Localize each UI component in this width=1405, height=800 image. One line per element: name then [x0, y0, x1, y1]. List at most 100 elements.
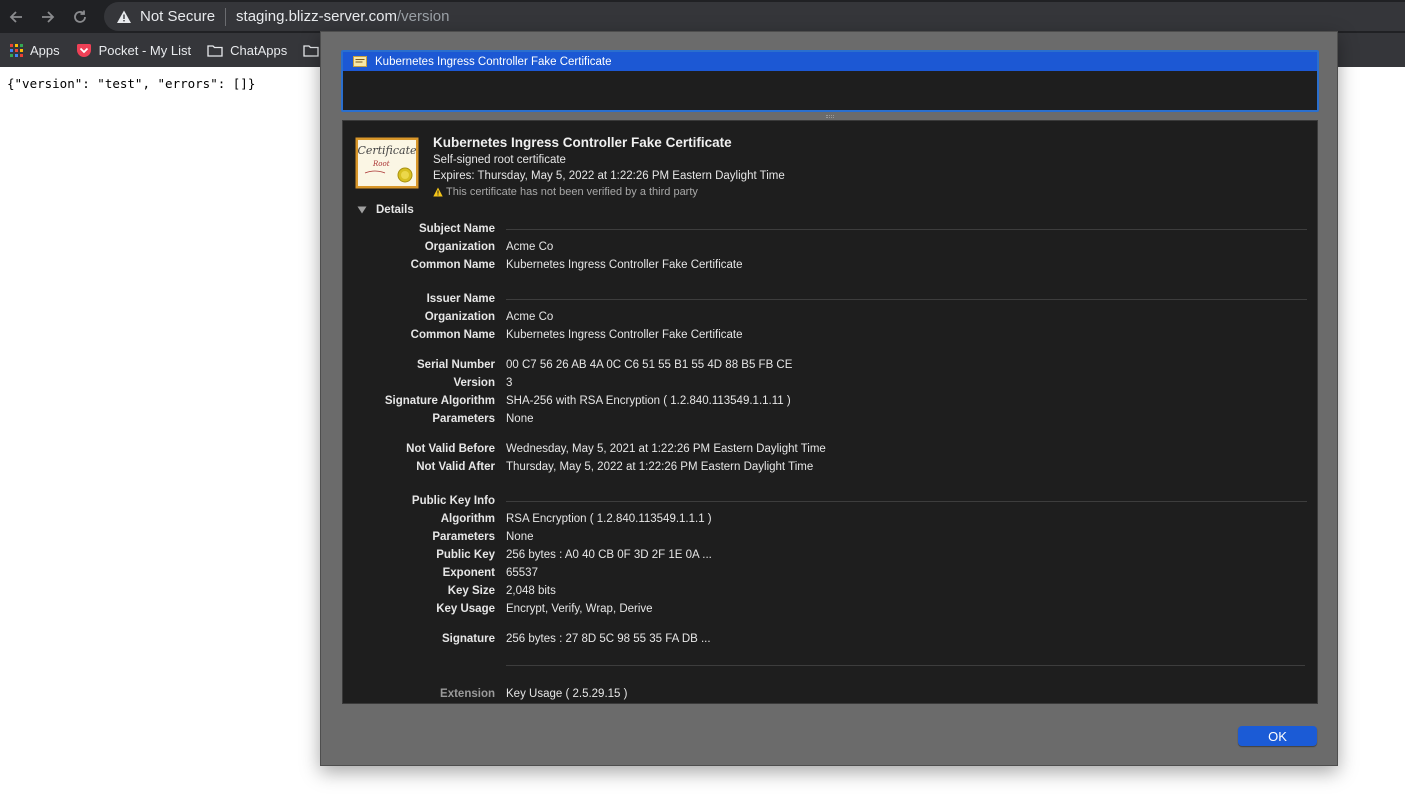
not-valid-before-row: Not Valid Before Wednesday, May 5, 2021 … [343, 440, 1317, 458]
section-divider [506, 228, 1307, 230]
pk-algorithm-row: Algorithm RSA Encryption ( 1.2.840.11354… [343, 510, 1317, 528]
issuer-name-header: Issuer Name [343, 290, 1317, 308]
address-bar[interactable]: Not Secure staging.blizz-server.com/vers… [104, 2, 1405, 31]
field-label: Public Key Info [411, 495, 495, 507]
issuer-organization-row: Organization Acme Co [343, 308, 1317, 326]
apps-grid-icon [10, 43, 23, 57]
pk-key-usage-row: Key Usage Encrypt, Verify, Wrap, Derive [343, 600, 1317, 618]
details-disclosure[interactable]: Details [357, 204, 414, 216]
certificate-list-item[interactable]: Kubernetes Ingress Controller Fake Certi… [343, 52, 1317, 71]
not-valid-after-row: Not Valid After Thursday, May 5, 2022 at… [343, 458, 1317, 476]
bookmark-pocket[interactable]: Pocket - My List [76, 43, 191, 58]
field-label: Algorithm [440, 513, 495, 525]
trust-warning: This certificate has not been verified b… [433, 186, 698, 198]
field-value: 00 C7 56 26 AB 4A 0C C6 51 55 B1 55 4D 8… [506, 359, 793, 371]
json-response: {"version": "test", "errors": []} [7, 76, 256, 91]
trust-warning-text: This certificate has not been verified b… [446, 186, 698, 198]
ok-button[interactable]: OK [1238, 726, 1317, 746]
certificate-title: Kubernetes Ingress Controller Fake Certi… [433, 135, 732, 150]
field-label: Key Size [447, 585, 495, 597]
pocket-icon [76, 43, 92, 58]
field-value: Wednesday, May 5, 2021 at 1:22:26 PM Eas… [506, 443, 826, 455]
field-value: Key Usage ( 2.5.29.15 ) [506, 688, 628, 700]
field-label: Organization [424, 241, 495, 253]
public-key-info-header: Public Key Info [343, 492, 1317, 510]
field-value: 3 [506, 377, 513, 389]
field-label: Key Usage [436, 603, 495, 615]
section-divider [506, 298, 1307, 300]
svg-text:Certificate: Certificate [357, 144, 417, 157]
certificate-icon: Certificate Root [355, 137, 419, 189]
field-value: 2,048 bits [506, 585, 556, 597]
field-label: Subject Name [418, 223, 495, 235]
reload-icon[interactable] [64, 0, 96, 33]
section-divider [506, 500, 1307, 502]
url-path: /version [396, 8, 450, 25]
field-value: Thursday, May 5, 2022 at 1:22:26 PM East… [506, 461, 814, 473]
subject-organization-row: Organization Acme Co [343, 238, 1317, 256]
certificate-subtitle: Self-signed root certificate [433, 154, 566, 166]
field-value: Acme Co [506, 311, 554, 323]
bookmark-label: Apps [30, 42, 60, 58]
bookmark-apps[interactable]: Apps [10, 43, 60, 58]
field-value: Encrypt, Verify, Wrap, Derive [506, 603, 653, 615]
pk-key-size-row: Key Size 2,048 bits [343, 582, 1317, 600]
version-row: Version 3 [343, 374, 1317, 392]
details-label: Details [376, 204, 414, 216]
disclosure-triangle-icon [357, 206, 367, 214]
field-label: Not Valid After [416, 461, 495, 473]
subject-common-name-row: Common Name Kubernetes Ingress Controlle… [343, 256, 1317, 274]
field-label: Common Name [410, 259, 495, 271]
field-value: Kubernetes Ingress Controller Fake Certi… [506, 329, 743, 341]
field-label: Issuer Name [426, 293, 495, 305]
signature-row: Signature 256 bytes : 27 8D 5C 98 55 35 … [343, 630, 1317, 648]
svg-text:Root: Root [372, 160, 390, 168]
certificate-mini-icon [353, 56, 367, 67]
certificate-dialog: Kubernetes Ingress Controller Fake Certi… [320, 31, 1338, 766]
certificate-details-pane[interactable]: Certificate Root Kubernetes Ingress Cont… [342, 120, 1318, 704]
field-value: Acme Co [506, 241, 554, 253]
serial-number-row: Serial Number 00 C7 56 26 AB 4A 0C C6 51… [343, 356, 1317, 374]
extension-row: Extension Key Usage ( 2.5.29.15 ) [343, 685, 1317, 703]
field-label: Public Key [436, 549, 495, 561]
field-label: Parameters [432, 413, 495, 425]
field-value: RSA Encryption ( 1.2.840.113549.1.1.1 ) [506, 513, 712, 525]
certificate-expiry: Expires: Thursday, May 5, 2022 at 1:22:2… [433, 170, 785, 182]
pk-public-key-row: Public Key 256 bytes : A0 40 CB 0F 3D 2F… [343, 546, 1317, 564]
bookmark-folder-chatapps[interactable]: ChatApps [207, 43, 287, 58]
field-label: Not Valid Before [406, 443, 495, 455]
warning-icon[interactable] [116, 9, 132, 25]
folder-icon [303, 44, 319, 57]
bookmark-label: ChatApps [230, 42, 288, 58]
field-label: Version [453, 377, 495, 389]
field-label: Parameters [432, 531, 495, 543]
field-label: Signature [441, 633, 495, 645]
field-label: Serial Number [417, 359, 495, 371]
field-label: Organization [424, 311, 495, 323]
issuer-common-name-row: Common Name Kubernetes Ingress Controlle… [343, 326, 1317, 344]
certificate-list[interactable]: Kubernetes Ingress Controller Fake Certi… [341, 50, 1319, 112]
field-label: Exponent [442, 567, 495, 579]
field-value: 256 bytes : A0 40 CB 0F 3D 2F 1E 0A ... [506, 549, 712, 561]
field-value: SHA-256 with RSA Encryption ( 1.2.840.11… [506, 395, 791, 407]
url-host: staging.blizz-server.com [236, 8, 397, 25]
pk-parameters-row: Parameters None [343, 528, 1317, 546]
certificate-list-label: Kubernetes Ingress Controller Fake Certi… [375, 55, 612, 68]
folder-icon [207, 44, 223, 57]
field-label: Common Name [410, 329, 495, 341]
back-icon[interactable] [0, 0, 32, 33]
parameters-row: Parameters None [343, 410, 1317, 428]
field-value: Kubernetes Ingress Controller Fake Certi… [506, 259, 743, 271]
forward-icon[interactable] [32, 0, 64, 33]
subject-name-header: Subject Name [343, 220, 1317, 238]
splitter-handle[interactable] [826, 115, 834, 118]
field-value: None [506, 413, 534, 425]
browser-toolbar: Not Secure staging.blizz-server.com/vers… [0, 0, 1405, 33]
security-label[interactable]: Not Secure [140, 8, 215, 25]
field-label: Extension [440, 688, 495, 700]
signature-algorithm-row: Signature Algorithm SHA-256 with RSA Enc… [343, 392, 1317, 410]
field-value: None [506, 531, 534, 543]
field-value: 256 bytes : 27 8D 5C 98 55 35 FA DB ... [506, 633, 711, 645]
address-divider [225, 7, 227, 26]
warning-triangle-icon [433, 187, 443, 197]
